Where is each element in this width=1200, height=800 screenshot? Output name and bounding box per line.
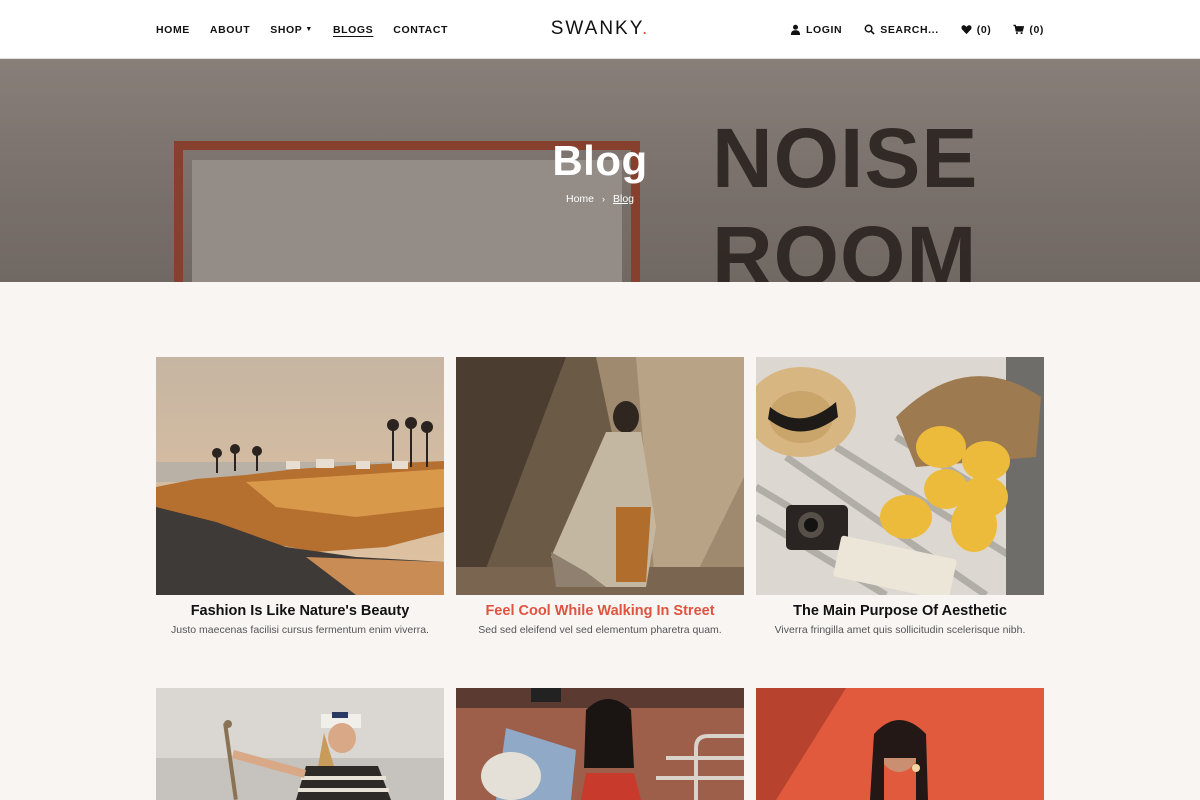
post-title[interactable]: Fashion Is Like Nature's Beauty — [156, 603, 444, 619]
page-hero: NOISE ROOM Blog Home › Blog — [0, 59, 1200, 282]
user-icon — [790, 24, 801, 35]
search-label: SEARCH... — [880, 23, 939, 36]
wishlist-count: (0) — [976, 23, 992, 36]
search-icon — [864, 24, 875, 35]
post-image-beach-cap[interactable] — [156, 688, 444, 800]
blog-card[interactable]: Fashion Is Like Nature's Beauty Justo ma… — [156, 357, 444, 636]
post-excerpt: Justo maecenas facilisi cursus fermentum… — [171, 624, 429, 636]
login-link[interactable]: LOGIN — [790, 24, 842, 36]
wishlist-link[interactable]: (0) — [961, 24, 992, 36]
page-title: Blog — [552, 137, 648, 184]
heart-icon — [961, 25, 972, 35]
post-title[interactable]: The Main Purpose Of Aesthetic — [756, 603, 1044, 619]
cart-icon — [1013, 24, 1025, 35]
post-excerpt: Viverra fringilla amet quis sollicitudin… — [774, 624, 1026, 636]
cart-link[interactable]: (0) — [1013, 24, 1044, 36]
post-excerpt: Sed sed eleifend vel sed elementum phare… — [478, 624, 722, 636]
post-image-rooftop[interactable] — [456, 688, 744, 800]
utility-nav: LOGIN SEARCH... (0) (0) — [790, 0, 1044, 59]
chevron-right-icon: › — [602, 194, 605, 204]
blog-card[interactable]: The Main Purpose Of Aesthetic Viverra fr… — [756, 357, 1044, 636]
search-link[interactable]: SEARCH... — [864, 24, 939, 36]
site-header: HOME ABOUT SHOP ▼ BLOGS CONTACT SWANKY. L… — [0, 0, 1200, 59]
post-title[interactable]: Feel Cool While Walking In Street — [456, 603, 744, 619]
breadcrumb: Home › Blog — [0, 193, 1200, 205]
post-image-street-walk[interactable] — [456, 357, 744, 595]
blog-card[interactable]: Feel Cool While Walking In Street Sed se… — [456, 357, 744, 636]
breadcrumb-current[interactable]: Blog — [613, 193, 634, 205]
post-image-coastline[interactable] — [156, 357, 444, 595]
cart-count: (0) — [1029, 23, 1044, 36]
breadcrumb-home[interactable]: Home — [566, 193, 594, 205]
login-label: LOGIN — [805, 23, 843, 36]
post-image-picnic[interactable] — [756, 357, 1044, 595]
post-image-orange-wall[interactable] — [756, 688, 1044, 800]
